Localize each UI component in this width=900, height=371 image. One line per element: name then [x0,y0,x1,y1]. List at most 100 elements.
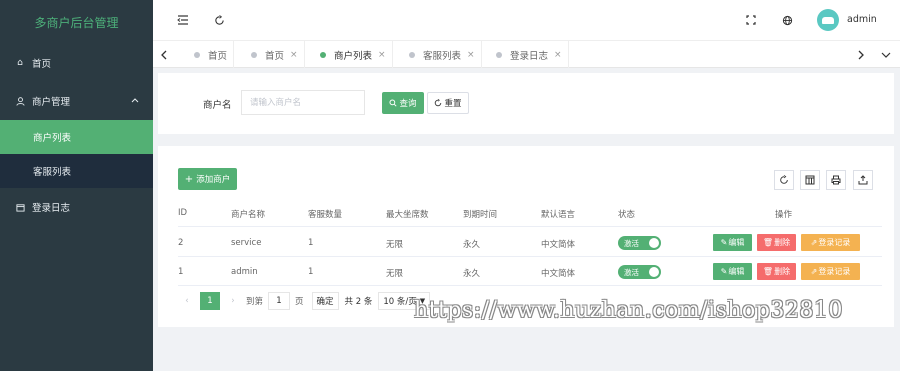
delete-button[interactable]: 🗑 删除 [757,234,796,251]
sidebar-item-home[interactable]: ⌂ 首页 [0,44,153,82]
close-icon[interactable]: × [290,50,298,60]
refresh-icon [435,99,442,107]
goto-label: 到第 [246,297,264,307]
print-button[interactable] [826,170,846,190]
cell-language: 中文简体 [541,240,576,250]
user-icon [14,96,26,106]
cell-max-seats: 无限 [386,269,404,279]
cell-max-seats: 无限 [386,240,404,250]
page-unit-label: 页 [295,297,304,307]
col-header-actions: 操作 [775,210,793,220]
brand-title: 多商户后台管理 [34,15,119,30]
tab-dot [320,51,326,58]
home-icon: ⌂ [17,58,23,68]
sidebar-item-login-log[interactable]: 登录日志 [0,188,153,226]
pagination: ‹ 1 › 到第 1 页 确定 共 2 条 10 条/页 ▼ [178,292,431,310]
sidebar-item-cs-list[interactable]: 客服列表 [0,154,153,188]
edit-button[interactable]: ✎ 编辑 [713,234,752,251]
row-divider [178,256,882,257]
sidebar-item-label: 商户管理 [32,97,71,108]
avatar[interactable] [817,9,839,31]
tab-label: 首页 [265,50,285,62]
add-merchant-button[interactable]: + 添加商户 [178,168,237,190]
merchant-name-label: 商户名 [203,100,232,111]
search-icon [389,99,398,107]
page-current[interactable]: 1 [200,292,220,310]
row-divider [178,226,882,227]
refresh-icon [780,175,788,184]
sidebar-item-label: 首页 [32,59,52,70]
merchant-name-input[interactable] [241,90,365,115]
cell-expire: 永久 [463,269,481,279]
cell-cs-count: 1 [308,238,314,248]
calendar-icon [14,203,26,212]
export-icon [858,175,868,185]
cell-expire: 永久 [463,240,481,250]
tabs-dropdown-icon[interactable] [875,41,897,68]
tab-label: 商户列表 [334,50,373,62]
col-header-language: 默认语言 [541,210,576,220]
cell-id: 2 [178,238,184,248]
total-count: 共 2 条 [344,297,373,307]
edit-button[interactable]: ✎ 编辑 [713,263,752,280]
username[interactable]: admin [847,14,877,25]
reset-button[interactable]: 重置 [427,92,469,114]
cell-name: admin [231,267,258,277]
col-header-status: 状态 [618,210,636,220]
tab-home[interactable]: 首页 × [245,41,305,68]
tabs-scroll-left-icon[interactable] [153,41,175,68]
globe-icon[interactable] [779,12,795,28]
goto-page-input[interactable]: 1 [268,292,291,310]
tab-label: 登录日志 [510,50,549,62]
menu-fold-icon[interactable] [175,12,191,28]
search-button[interactable]: 查询 [382,92,424,114]
col-header-name: 商户名称 [231,210,266,220]
next-page-icon[interactable]: › [224,296,242,306]
trash-icon: 🗑 [762,238,774,247]
close-icon[interactable]: × [378,50,386,60]
plus-icon: + [184,173,194,185]
status-toggle[interactable]: 激活 [618,265,661,279]
link-icon: ⇗ [810,267,818,276]
columns-icon [805,175,815,185]
topbar: admin [153,0,900,40]
cell-id: 1 [178,267,184,277]
tab-dot [194,51,200,58]
tab-label: 首页 [208,50,228,62]
pencil-icon: ✎ [720,267,728,276]
cell-cs-count: 1 [308,267,314,277]
col-header-id: ID [178,208,188,218]
tab-home-fixed[interactable]: 首页 [188,41,235,68]
close-icon[interactable]: × [554,50,562,60]
cell-language: 中文简体 [541,269,576,279]
fullscreen-icon[interactable] [743,12,759,28]
printer-icon [831,175,841,185]
status-toggle[interactable]: 激活 [618,236,661,250]
tabs-scroll-right-icon[interactable] [850,41,872,68]
tab-cs-list[interactable]: 客服列表 × [403,41,482,68]
tab-dot [409,51,415,58]
submenu-merchant: 商户列表 客服列表 [0,120,153,188]
login-log-button[interactable]: ⇗ 登录记录 [801,234,860,251]
export-button[interactable] [853,170,873,190]
tab-merchant-list[interactable]: 商户列表 × [314,41,393,68]
columns-button[interactable] [800,170,820,190]
login-log-button[interactable]: ⇗ 登录记录 [801,263,860,280]
sidebar-item-merchant-management[interactable]: 商户管理 [0,82,153,120]
tab-login-log[interactable]: 登录日志 × [490,41,569,68]
delete-button[interactable]: 🗑 删除 [757,263,796,280]
refresh-icon[interactable] [211,12,227,28]
tab-dot [496,51,502,58]
close-icon[interactable]: × [467,50,475,60]
goto-confirm-button[interactable]: 确定 [311,292,339,310]
tab-label: 客服列表 [423,50,462,62]
search-panel: 商户名 查询 重置 [158,73,894,134]
pencil-icon: ✎ [720,238,728,247]
sidebar-item-merchant-list[interactable]: 商户列表 [0,120,153,154]
refresh-table-button[interactable] [774,170,794,190]
watermark: https://www.huzhan.com/ishop32810 [414,298,843,323]
sidebar: 多商户后台管理 ⌂ 首页 商户管理 商户列表 客服列表 登录日志 [0,0,153,371]
col-header-max-seats: 最大坐席数 [386,210,429,220]
link-icon: ⇗ [810,238,818,247]
prev-page-icon[interactable]: ‹ [178,296,196,306]
